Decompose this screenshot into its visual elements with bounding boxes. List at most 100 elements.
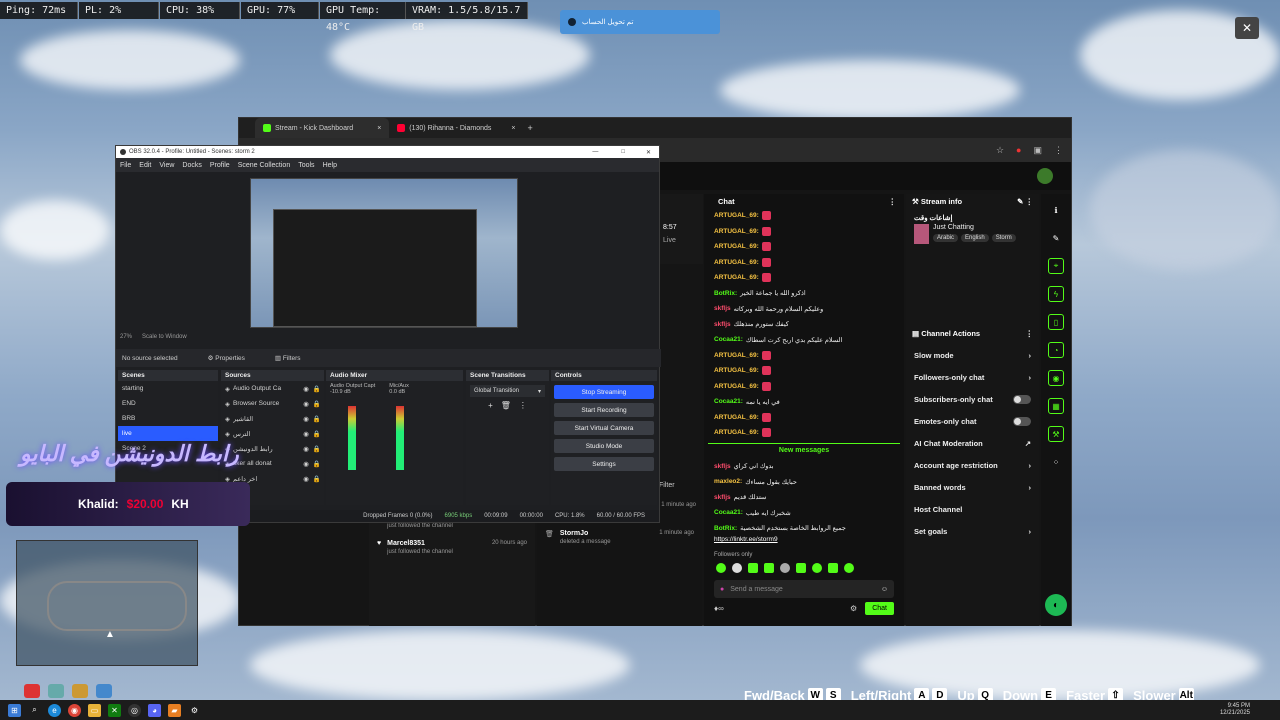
lock-icon[interactable]: 🔒 [313, 445, 321, 453]
channel-action-set-goals[interactable]: Set goals › [906, 520, 1039, 542]
chat-username[interactable]: ARTUGAL_69: [714, 228, 759, 235]
eye-icon[interactable]: ◉ [303, 400, 309, 408]
close-icon[interactable]: ✕ [638, 149, 659, 156]
maximize-icon[interactable]: □ [611, 149, 635, 155]
channel-action-slow-mode[interactable]: Slow mode › [906, 344, 1039, 366]
channel-action-subscribers-only-chat[interactable]: Subscribers-only chat [906, 388, 1039, 410]
chat-username[interactable]: maxleo2: [714, 478, 742, 485]
source-item[interactable]: ◈ Audio Output Ca ◉ 🔒 [221, 381, 324, 396]
eye-icon[interactable]: ◉ [303, 460, 309, 468]
eye-icon[interactable]: ◉ [303, 445, 309, 453]
obs-menu-item[interactable]: Scene Collection [238, 162, 291, 169]
chat-username[interactable]: skfljs [714, 494, 731, 501]
obs-menu-item[interactable]: Docks [182, 162, 201, 169]
lock-icon[interactable]: 🔒 [313, 475, 321, 483]
close-tab-icon[interactable]: × [377, 125, 381, 132]
channel-action-host-channel[interactable]: Host Channel [906, 498, 1039, 520]
source-item[interactable]: ◈ القاشير ◉ 🔒 [221, 411, 324, 426]
extension-icon[interactable]: ● [1016, 145, 1021, 155]
obs-menu-item[interactable]: Profile [210, 162, 230, 169]
start-recording-button[interactable]: Start Recording [554, 403, 654, 417]
studio-mode-button[interactable]: Studio Mode [554, 439, 654, 453]
chat-username[interactable]: ARTUGAL_69: [714, 352, 759, 359]
chat-username[interactable]: skfljs [714, 305, 731, 312]
box-rail-icon[interactable]: ▯ [1048, 314, 1064, 330]
scene-item[interactable]: END [118, 396, 218, 411]
star-icon[interactable]: ☆ [996, 145, 1004, 156]
settings-icon[interactable]: ⚙ [850, 604, 857, 613]
emote-icon[interactable] [748, 563, 758, 573]
stop-streaming-button[interactable]: Stop Streaming [554, 385, 654, 399]
lock-icon[interactable]: 🔒 [313, 460, 321, 468]
new-tab-button[interactable]: + [528, 123, 533, 133]
emote-icon[interactable] [716, 563, 726, 573]
obs-menu-item[interactable]: Tools [298, 162, 314, 169]
toggle-switch[interactable] [1013, 416, 1031, 426]
users-rail-icon[interactable]: ⁘ [1048, 454, 1064, 470]
xbox-icon[interactable]: ✕ [108, 703, 121, 717]
channel-action-account-age-restriction[interactable]: Account age restriction › [906, 454, 1039, 476]
chat-menu-icon[interactable]: ⋮ [889, 197, 897, 206]
chat-username[interactable]: Cocaa21: [714, 398, 743, 405]
edge-icon[interactable]: e [48, 703, 61, 717]
remove-transition-icon[interactable]: 🗑 [501, 401, 511, 410]
toggle-switch[interactable] [1013, 394, 1031, 404]
help-fab[interactable]: ◐ [1045, 594, 1067, 616]
filters-button[interactable]: ▥ Filters [275, 354, 301, 362]
tab-youtube[interactable]: (130) Rihanna - Diamonds × [389, 118, 523, 138]
virtual-camera-button[interactable]: Start Virtual Camera [554, 421, 654, 435]
zoom-level[interactable]: 27% [120, 334, 132, 340]
obs-menu-item[interactable]: View [159, 162, 174, 169]
chat-username[interactable]: ARTUGAL_69: [714, 383, 759, 390]
scene-item[interactable]: BRB [118, 411, 218, 426]
lock-icon[interactable]: 🔒 [313, 385, 321, 393]
chat-username[interactable]: Cocaa21: [714, 509, 743, 516]
obs-menu-item[interactable]: Help [323, 162, 337, 169]
channel-action-banned-words[interactable]: Banned words › [906, 476, 1039, 498]
menu-icon[interactable]: ⋮ [1054, 145, 1063, 156]
lock-icon[interactable]: 🔒 [313, 400, 321, 408]
emote-icon[interactable] [828, 563, 838, 573]
chat-username[interactable]: ARTUGAL_69: [714, 429, 759, 436]
tab-kick-dashboard[interactable]: Stream - Kick Dashboard × [255, 118, 390, 138]
chat-username[interactable]: skfljs [714, 463, 731, 470]
settings-button[interactable]: Settings [554, 457, 654, 471]
chat-tools-icon[interactable]: ♦∞ [714, 604, 724, 613]
system-clock[interactable]: 9:45 PM 12/21/2025 [1220, 703, 1280, 717]
grid-rail-icon[interactable]: ▦ [1048, 398, 1064, 414]
scale-mode[interactable]: Scale to Window [142, 334, 187, 340]
transition-select[interactable]: Global Transition ▾ [470, 385, 545, 397]
minimize-icon[interactable]: — [582, 149, 608, 155]
gear-icon[interactable]: ⚙ [188, 704, 201, 717]
chat-username[interactable]: BotRix: [714, 525, 737, 532]
obs-menu-item[interactable]: Edit [139, 162, 151, 169]
chrome-icon[interactable]: ◉ [68, 703, 81, 717]
add-transition-icon[interactable]: + [488, 401, 493, 410]
emote-icon[interactable] [796, 563, 806, 573]
emote-icon[interactable] [812, 563, 822, 573]
bolt-rail-icon[interactable]: ϟ [1048, 286, 1064, 302]
eye-icon[interactable]: ◉ [303, 385, 309, 393]
chat-input[interactable]: ● Send a message ☺ [714, 580, 894, 598]
emote-icon[interactable] [780, 563, 790, 573]
botrix-link[interactable]: https://linktr.ee/storm9 [704, 536, 904, 546]
channel-action-emotes-only-chat[interactable]: Emotes-only chat [906, 410, 1039, 432]
properties-button[interactable]: ⚙ Properties [208, 354, 245, 362]
broadcast-rail-icon[interactable]: ◉ [1048, 370, 1064, 386]
chat-username[interactable]: ARTUGAL_69: [714, 212, 759, 219]
emoji-icon[interactable]: ☺ [881, 586, 888, 593]
chat-username[interactable]: Cocaa21: [714, 336, 743, 343]
channel-action-ai-chat-moderation[interactable]: AI Chat Moderation ↗ [906, 432, 1039, 454]
profile-avatar[interactable] [1037, 168, 1053, 184]
close-overlay-button[interactable]: ✕ [1235, 17, 1259, 39]
info-rail-icon[interactable]: ℹ [1048, 202, 1064, 218]
eye-icon[interactable]: ◉ [303, 475, 309, 483]
send-chat-button[interactable]: Chat [865, 602, 894, 615]
edit-stream-info-icon[interactable]: ✎ ⋮ [1017, 197, 1033, 206]
chat-username[interactable]: ARTUGAL_69: [714, 259, 759, 266]
emote-icon[interactable] [732, 563, 742, 573]
emote-icon[interactable] [844, 563, 854, 573]
search-icon[interactable]: ⌕ [28, 704, 41, 717]
discord-icon[interactable]: ◕ [148, 703, 161, 717]
source-item[interactable]: ◈ Browser Source ◉ 🔒 [221, 396, 324, 411]
